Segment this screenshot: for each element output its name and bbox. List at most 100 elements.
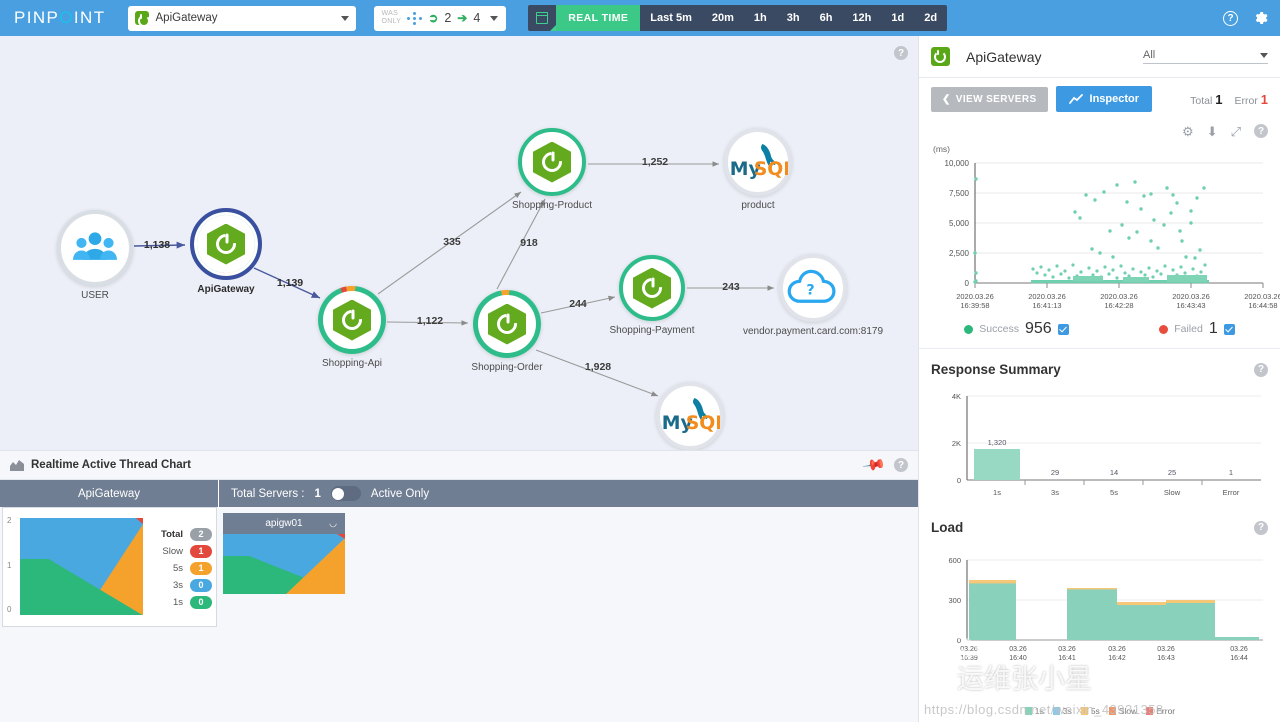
rs-y-tick-4k: 4K	[952, 392, 961, 401]
load-x-0-date: 03.26	[960, 646, 978, 653]
external-link-icon[interactable]: ◡	[329, 518, 337, 529]
edge-label-shoppingorder-shoppingproduct[interactable]: 918	[520, 237, 538, 249]
edge-label-shoppingorder-shoppingpayment[interactable]: 244	[569, 298, 587, 310]
thread-stack-svg	[20, 518, 143, 615]
inspector-button[interactable]: Inspector	[1056, 86, 1153, 112]
question-icon[interactable]: ?	[894, 458, 908, 472]
thread-stack-chart[interactable]: 2 1 0	[7, 514, 143, 622]
edge-label-shoppingorder-order[interactable]: 1,928	[585, 361, 611, 373]
failed-checkbox[interactable]	[1224, 324, 1235, 335]
svg-text:SQL: SQL	[686, 413, 720, 434]
chevron-down-icon	[490, 16, 498, 21]
scatter-x-tick-3-time: 16:43:43	[1176, 301, 1205, 310]
servermap-node-label: Shopping-Payment	[609, 325, 694, 336]
view-servers-button[interactable]: ❮ VIEW SERVERS	[931, 87, 1048, 112]
active-only-toggle[interactable]	[331, 486, 361, 501]
thread-legend-label: 1s	[173, 597, 183, 608]
load-x-4-time: 16:43	[1157, 655, 1175, 662]
svg-text:SQL: SQL	[754, 159, 788, 180]
inbound-arrow-icon: ➲	[428, 11, 438, 25]
edge-label-shoppingapi-shoppingorder[interactable]: 1,122	[417, 315, 443, 327]
application-selector[interactable]: ApiGateway	[128, 6, 356, 31]
load-legend-5s[interactable]: 5s	[1081, 706, 1100, 716]
scatter-x-tick-1-date: 2020.03.26	[1028, 292, 1066, 301]
response-time-scatter-chart[interactable]: (ms) 10,000 7,500 5,000 2,500 0	[923, 144, 1276, 314]
question-icon[interactable]: ?	[1254, 363, 1268, 377]
servers-header: Total Servers : 1 Active Only	[219, 480, 918, 507]
time-range-12h[interactable]: 12h	[842, 5, 881, 31]
time-range-20m[interactable]: 20m	[702, 5, 744, 31]
load-legend-label: 1s	[1035, 706, 1044, 716]
pinpoint-logo[interactable]: PINPOINT	[14, 8, 106, 28]
realtime-thread-title: Realtime Active Thread Chart	[31, 459, 191, 471]
load-header: Load ?	[919, 507, 1280, 541]
download-icon[interactable]: ⬇	[1207, 124, 1218, 140]
load-chart[interactable]: 600 300 0 03.2616:39 03.2616:40	[919, 541, 1280, 669]
rs-value-1s: 1,320	[988, 438, 1007, 447]
success-checkbox[interactable]	[1058, 324, 1069, 335]
mysql-icon: My SQL	[728, 139, 788, 185]
question-icon[interactable]: ?	[1254, 124, 1268, 138]
expand-icon[interactable]: ⤢	[1231, 124, 1241, 140]
application-selector-value: ApiGateway	[156, 12, 218, 24]
load-x-0-time: 16:39	[960, 655, 978, 662]
load-legend-error[interactable]: Error	[1146, 706, 1175, 716]
scatter-y-tick-7500: 7,500	[949, 189, 970, 198]
load-svg: 600 300 0 03.2616:39 03.2616:40	[919, 541, 1277, 669]
scatter-y-tick-0: 0	[965, 279, 970, 288]
realtime-button[interactable]: REAL TIME	[556, 5, 640, 31]
load-x-4-date: 03.26	[1157, 646, 1175, 653]
time-range-3h[interactable]: 3h	[777, 5, 810, 31]
time-range-6h[interactable]: 6h	[810, 5, 843, 31]
server-card-apigw01[interactable]: apigw01 ◡	[223, 513, 345, 594]
gear-icon[interactable]: ⚙	[1182, 124, 1194, 140]
failed-dot-icon	[1159, 325, 1168, 334]
thread-legend-label: Total	[161, 529, 183, 540]
server-map[interactable]: ?	[0, 36, 918, 450]
load-legend-slow[interactable]: Slow	[1109, 706, 1137, 716]
load-x-2-date: 03.26	[1058, 646, 1076, 653]
time-range-2d[interactable]: 2d	[914, 5, 947, 31]
agent-selector-value: All	[1143, 49, 1155, 61]
load-legend-label: 5s	[1091, 706, 1100, 716]
edge-label-shoppingproduct-product[interactable]: 1,252	[642, 156, 668, 168]
load-bars	[969, 580, 1259, 640]
time-range-1d[interactable]: 1d	[881, 5, 914, 31]
time-range-last5m[interactable]: Last 5m	[640, 5, 702, 31]
servermap-node-label: vendor.payment.card.com:8179	[743, 326, 883, 337]
rs-value-slow: 25	[1168, 468, 1176, 477]
rs-y-tick-0: 0	[957, 476, 961, 485]
scatter-legend-failed[interactable]: Failed 1	[1159, 320, 1235, 338]
help-icon[interactable]: ?	[1223, 11, 1238, 26]
cloud-question-icon: ?	[786, 269, 840, 307]
edge-label-apigateway-shoppingapi[interactable]: 1,139	[277, 277, 303, 289]
time-range-1h[interactable]: 1h	[744, 5, 777, 31]
pin-icon[interactable]: 📌	[862, 452, 888, 477]
load-legend-3s[interactable]: 3s	[1053, 706, 1072, 716]
rs-cat-error: Error	[1223, 488, 1240, 497]
was-only-label: WAS ONLY	[382, 10, 402, 26]
spring-boot-icon	[135, 11, 149, 25]
thread-legend-value: 0	[190, 579, 212, 592]
calendar-button[interactable]	[528, 5, 556, 31]
load-x-5-time: 16:44	[1230, 655, 1248, 662]
was-filter-control[interactable]: WAS ONLY ➲ 2 ➔ 4	[374, 6, 507, 31]
logo-text-o: O	[59, 8, 74, 27]
edge-label-user-apigateway[interactable]: 1,138	[144, 239, 170, 251]
chevron-down-icon	[1260, 53, 1268, 58]
edge-label-shoppingpayment-vendor[interactable]: 243	[722, 281, 740, 293]
rs-bar-1s	[974, 449, 1020, 480]
scatter-legend-success[interactable]: Success 956	[964, 320, 1068, 338]
total-count-group: Total 1	[1190, 92, 1222, 107]
gear-icon[interactable]	[1252, 10, 1268, 26]
question-icon[interactable]: ?	[1254, 521, 1268, 535]
edge-label-shoppingapi-shoppingproduct[interactable]: 335	[443, 236, 461, 248]
error-label: Error	[1235, 95, 1258, 107]
scatter-x-tick-0-date: 2020.03.26	[956, 292, 994, 301]
agent-selector[interactable]: All	[1143, 49, 1268, 64]
load-legend-1s[interactable]: 1s	[1025, 706, 1044, 716]
scatter-y-tick-2500: 2,500	[949, 249, 970, 258]
thread-y-tick-2: 2	[7, 516, 11, 525]
load-legend: 1s 3s 5s Slow Error	[919, 706, 1280, 716]
response-summary-chart[interactable]: 4K 2K 0 1,320 29 14 25 1 1s	[919, 383, 1280, 507]
